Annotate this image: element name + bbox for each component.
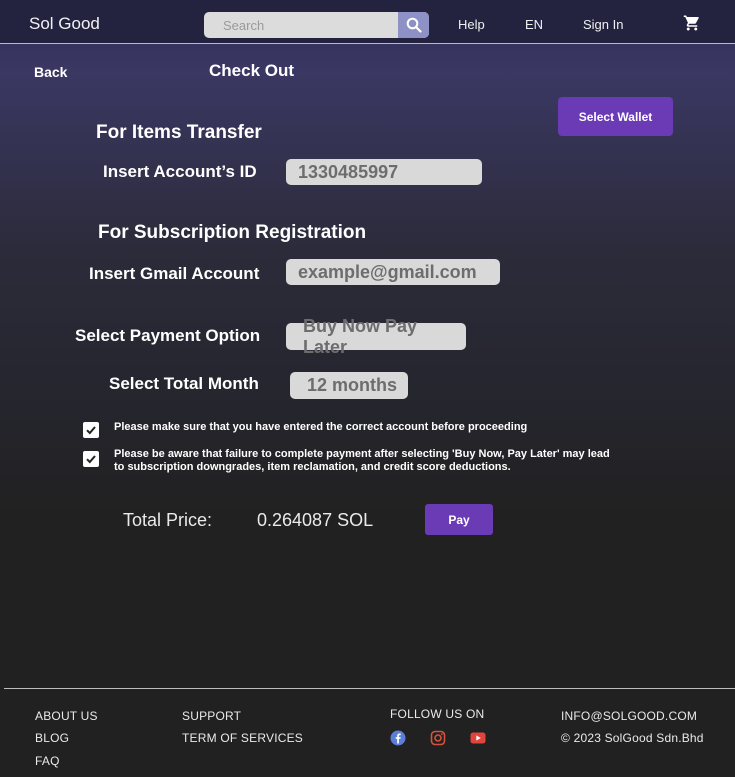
- checkmark-icon: [86, 426, 96, 435]
- items-transfer-heading: For Items Transfer: [96, 122, 262, 143]
- footer-link-blog[interactable]: BLOG: [35, 731, 69, 745]
- search-icon: [406, 17, 422, 33]
- brand-logo[interactable]: Sol Good: [29, 14, 100, 34]
- pay-button[interactable]: Pay: [425, 504, 493, 535]
- account-id-label: Insert Account’s ID: [103, 162, 257, 181]
- select-wallet-button[interactable]: Select Wallet: [558, 97, 673, 136]
- account-id-input[interactable]: [286, 159, 482, 185]
- footer-link-support[interactable]: SUPPORT: [182, 709, 241, 723]
- footer-link-about-us[interactable]: ABOUT US: [35, 709, 98, 723]
- language-selector[interactable]: EN: [525, 17, 543, 32]
- account-id-field: [286, 159, 482, 185]
- footer-link-terms[interactable]: TERM OF SERVICES: [182, 731, 303, 745]
- search-button[interactable]: [398, 12, 429, 38]
- nav-help-link[interactable]: Help: [458, 17, 485, 32]
- contact-email[interactable]: INFO@SOLGOOD.COM: [561, 709, 697, 723]
- footer-link-faq[interactable]: FAQ: [35, 754, 60, 768]
- gmail-field: [286, 259, 500, 285]
- follow-us-label: FOLLOW US ON: [390, 707, 485, 721]
- payment-option-select[interactable]: Buy Now Pay Later: [286, 316, 466, 357]
- cart-icon[interactable]: [683, 14, 701, 32]
- confirm-bnpl-text: Please be aware that failure to complete…: [114, 448, 610, 473]
- confirm-account-text: Please make sure that you have entered t…: [114, 421, 528, 433]
- youtube-icon[interactable]: [470, 730, 486, 746]
- total-month-label: Select Total Month: [109, 374, 259, 393]
- copyright-text: © 2023 SolGood Sdn.Bhd: [561, 731, 704, 745]
- confirm-bnpl-checkbox[interactable]: [83, 451, 99, 467]
- facebook-icon[interactable]: [390, 730, 406, 746]
- search-bar: [204, 12, 429, 38]
- gmail-label: Insert Gmail Account: [89, 264, 260, 283]
- checkmark-icon: [86, 455, 96, 464]
- subscription-heading: For Subscription Registration: [98, 222, 367, 243]
- gmail-input[interactable]: [286, 259, 500, 285]
- sign-in-link[interactable]: Sign In: [583, 17, 623, 32]
- instagram-icon[interactable]: [430, 730, 446, 746]
- confirm-account-checkbox[interactable]: [83, 422, 99, 438]
- total-price-value: 0.264087 SOL: [257, 510, 374, 530]
- page-title: Check Out: [209, 61, 295, 80]
- payment-option-label: Select Payment Option: [75, 326, 261, 345]
- search-input[interactable]: [204, 12, 398, 38]
- total-month-select[interactable]: 12 months: [290, 372, 408, 399]
- back-link[interactable]: Back: [34, 64, 67, 80]
- footer-divider: [4, 688, 735, 689]
- total-price-label: Total Price:: [123, 510, 213, 530]
